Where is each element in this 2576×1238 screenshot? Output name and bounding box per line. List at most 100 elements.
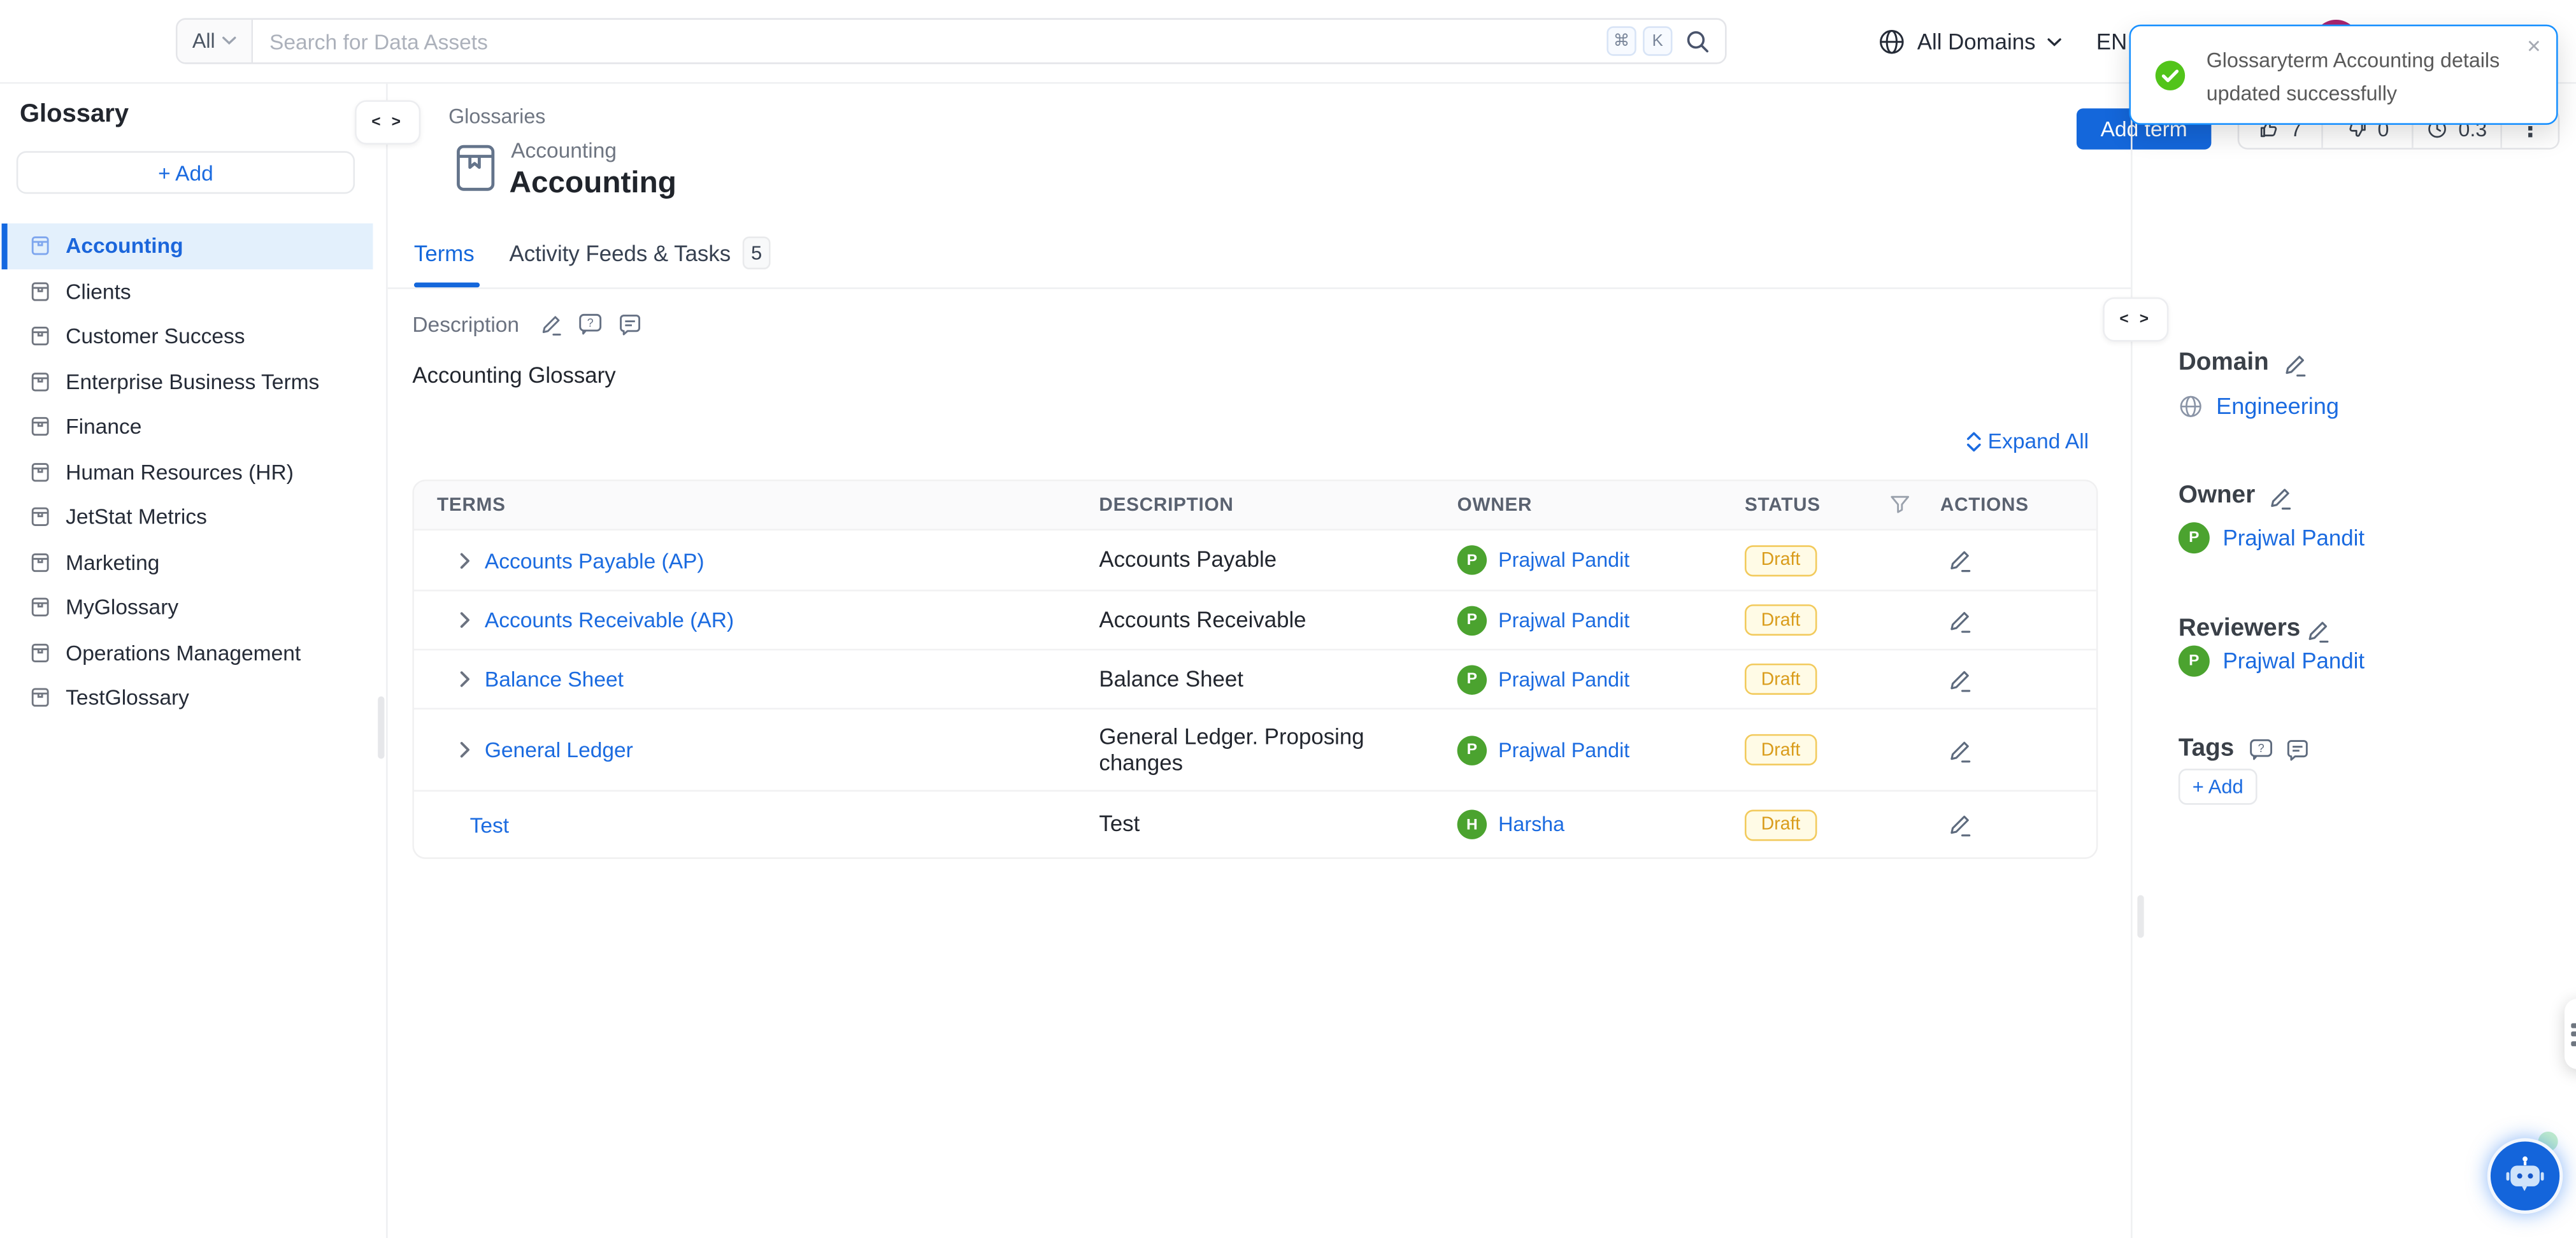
table-row: Test Test H Harsha Draft xyxy=(414,790,2096,858)
column-header-status: STATUS xyxy=(1745,494,1940,516)
request-tags-icon[interactable]: ? xyxy=(2249,737,2274,762)
sidebar-item-marketing[interactable]: Marketing xyxy=(2,539,373,585)
sidebar-item-label: Enterprise Business Terms xyxy=(66,369,319,394)
sidebar-item-jetstat-metrics[interactable]: JetStat Metrics xyxy=(2,494,373,539)
globe-icon xyxy=(1878,28,1906,56)
glossary-icon xyxy=(29,325,51,347)
edit-icon[interactable] xyxy=(1949,811,2098,837)
edit-icon[interactable] xyxy=(1949,666,2098,692)
sidebar-item-accounting[interactable]: Accounting xyxy=(2,224,373,269)
request-description-icon[interactable]: ? xyxy=(578,312,603,337)
active-tab-indicator xyxy=(414,283,480,287)
page-title: Accounting xyxy=(510,164,676,201)
tab-bar-divider xyxy=(388,287,2131,289)
edit-icon[interactable] xyxy=(1949,737,2098,763)
chevron-right-icon[interactable] xyxy=(459,741,473,758)
owner-label: Owner xyxy=(2179,481,2255,509)
sidebar-item-myglossary[interactable]: MyGlossary xyxy=(2,585,373,630)
sidebar-item-operations-management[interactable]: Operations Management xyxy=(2,630,373,675)
tags-comment-icon[interactable] xyxy=(2286,737,2310,762)
sidebar-item-enterprise-business-terms[interactable]: Enterprise Business Terms xyxy=(2,359,373,404)
filter-icon[interactable] xyxy=(1889,494,1911,516)
glossary-icon xyxy=(29,416,51,438)
owner-link[interactable]: Prajwal Pandit xyxy=(1498,738,1629,761)
avatar: P xyxy=(2179,522,2210,553)
chatbot-button[interactable] xyxy=(2487,1138,2563,1214)
status-badge: Draft xyxy=(1745,809,1817,841)
expand-all-button[interactable]: Expand All xyxy=(1965,429,2089,453)
globe-icon xyxy=(2179,394,2203,418)
owner-link[interactable]: Prajwal Pandit xyxy=(1498,609,1629,632)
chevron-right-icon[interactable] xyxy=(459,611,473,629)
sidebar-item-finance[interactable]: Finance xyxy=(2,404,373,449)
column-header-description: DESCRIPTION xyxy=(1099,495,1457,515)
status-badge: Draft xyxy=(1745,545,1817,576)
edit-domain-icon[interactable] xyxy=(2284,352,2308,378)
edge-widget-button[interactable] xyxy=(2565,999,2576,1069)
close-icon[interactable]: ✕ xyxy=(2526,36,2542,58)
avatar: P xyxy=(1457,735,1487,764)
panel-scrollbar[interactable] xyxy=(2137,895,2143,938)
success-toast: Glossaryterm Accounting details updated … xyxy=(2129,25,2558,125)
term-link[interactable]: Balance Sheet xyxy=(485,667,624,692)
add-glossary-button[interactable]: + Add xyxy=(17,151,355,194)
entity-supertitle: Accounting xyxy=(511,138,617,163)
add-tag-button[interactable]: + Add xyxy=(2179,769,2258,805)
domain-link[interactable]: Engineering xyxy=(2216,392,2339,418)
edit-description-icon[interactable] xyxy=(541,312,564,337)
sidebar-item-testglossary[interactable]: TestGlossary xyxy=(2,675,373,720)
breadcrumb[interactable]: Glossaries xyxy=(448,105,545,128)
sidebar-item-label: Customer Success xyxy=(66,324,245,349)
avatar: P xyxy=(1457,545,1487,574)
expand-all-icon xyxy=(1965,429,1983,452)
status-badge: Draft xyxy=(1745,605,1817,636)
sidebar-item-customer-success[interactable]: Customer Success xyxy=(2,314,373,359)
avatar: P xyxy=(1457,605,1487,634)
chevron-right-icon[interactable] xyxy=(459,670,473,688)
chevron-down-icon xyxy=(222,36,236,46)
owner-link[interactable]: Prajwal Pandit xyxy=(1498,548,1629,571)
owner-link[interactable]: Prajwal Pandit xyxy=(2222,525,2365,550)
sidebar-collapse-button[interactable]: < > xyxy=(355,100,420,145)
table-row: Balance Sheet Balance Sheet P Prajwal Pa… xyxy=(414,649,2096,708)
sidebar-scrollbar[interactable] xyxy=(378,697,383,759)
term-link[interactable]: Test xyxy=(470,812,509,837)
column-header-actions: ACTIONS xyxy=(1940,495,2098,515)
glossary-icon xyxy=(29,687,51,709)
chevron-right-icon[interactable] xyxy=(459,551,473,569)
search-scope-select[interactable]: All xyxy=(178,20,254,62)
search-icon[interactable] xyxy=(1685,29,1710,53)
domain-selector[interactable]: All Domains xyxy=(1878,0,2062,84)
edit-reviewers-icon[interactable] xyxy=(2307,618,2331,644)
avatar: P xyxy=(2179,646,2210,677)
avatar: H xyxy=(1457,809,1487,839)
right-panel-collapse-button[interactable]: < > xyxy=(2103,297,2168,342)
table-row: Accounts Receivable (AR) Accounts Receiv… xyxy=(414,590,2096,649)
reviewer-link[interactable]: Prajwal Pandit xyxy=(2222,649,2365,674)
sidebar-item-clients[interactable]: Clients xyxy=(2,269,373,314)
owner-link[interactable]: Prajwal Pandit xyxy=(1498,667,1629,690)
domain-selector-label: All Domains xyxy=(1917,29,2036,54)
svg-text:?: ? xyxy=(587,317,594,329)
term-link[interactable]: General Ledger xyxy=(485,737,633,762)
term-description: Test xyxy=(1099,811,1457,837)
svg-text:?: ? xyxy=(2258,742,2265,755)
edit-icon[interactable] xyxy=(1949,607,2098,633)
sidebar-item-human-resources[interactable]: Human Resources (HR) xyxy=(2,449,373,494)
tab-terms[interactable]: Terms xyxy=(414,241,475,266)
edit-owner-icon[interactable] xyxy=(2269,485,2294,511)
glossary-icon xyxy=(29,280,51,302)
comment-icon[interactable] xyxy=(618,312,643,337)
term-link[interactable]: Accounts Receivable (AR) xyxy=(485,608,734,632)
term-link[interactable]: Accounts Payable (AP) xyxy=(485,548,705,573)
status-badge: Draft xyxy=(1745,664,1817,695)
tab-activity-feeds[interactable]: Activity Feeds & Tasks xyxy=(510,241,731,266)
reviewers-label: Reviewers xyxy=(2179,615,2300,643)
table-row: General Ledger General Ledger. Proposing… xyxy=(414,708,2096,790)
table-row: Accounts Payable (AP) Accounts Payable P… xyxy=(414,529,2096,589)
owner-link[interactable]: Harsha xyxy=(1498,813,1564,836)
search-input[interactable] xyxy=(253,20,1606,62)
sidebar-item-label: TestGlossary xyxy=(66,685,189,710)
tags-label: Tags xyxy=(2179,734,2234,762)
edit-icon[interactable] xyxy=(1949,547,2098,573)
